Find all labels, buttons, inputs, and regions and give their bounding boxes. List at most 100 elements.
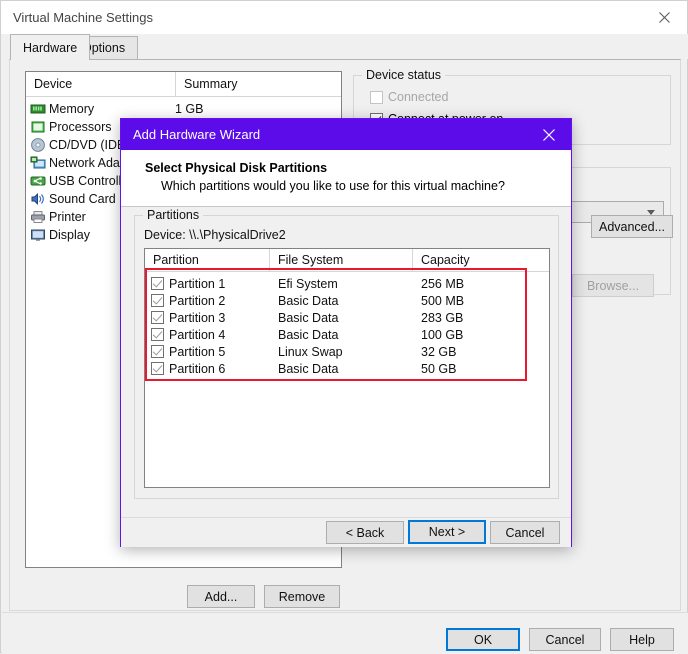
partition-name: Partition 3 [169, 310, 226, 325]
connected-checkbox[interactable] [370, 90, 383, 104]
partition-capacity: 500 MB [421, 293, 465, 308]
close-glyph [543, 128, 555, 141]
network-icon [30, 155, 46, 171]
printer-icon [30, 209, 46, 225]
help-button-label: Help [629, 632, 655, 647]
partition-checkbox[interactable] [151, 345, 164, 358]
window-title: Virtual Machine Settings [13, 10, 153, 25]
table-row[interactable]: Partition 2 Basic Data 500 MB [145, 292, 549, 309]
wizard-footer: < Back Next > Cancel [121, 517, 571, 547]
device-name: Processors [49, 120, 112, 134]
column-header-summary[interactable]: Summary [176, 72, 341, 96]
table-row[interactable]: Partition 3 Basic Data 283 GB [145, 309, 549, 326]
processor-icon [30, 119, 46, 135]
back-button-label: < Back [345, 525, 385, 540]
advanced-button-label: Advanced... [598, 219, 665, 234]
display-icon [30, 227, 46, 243]
help-button[interactable]: Help [610, 628, 674, 651]
device-summary: 1 GB [175, 102, 204, 116]
connected-checkbox-row[interactable]: Connected [370, 90, 503, 104]
partition-checkbox[interactable] [151, 362, 164, 375]
window-titlebar: Virtual Machine Settings [1, 1, 687, 35]
partition-file-system: Basic Data [278, 293, 339, 308]
column-header-capacity[interactable]: Capacity [413, 249, 549, 271]
partitions-group-legend: Partitions [143, 208, 204, 222]
partition-checkbox[interactable] [151, 328, 164, 341]
device-list-header: Device Summary [26, 72, 341, 97]
close-glyph [659, 11, 670, 23]
wizard-title: Add Hardware Wizard [133, 127, 261, 142]
connected-label: Connected [388, 90, 449, 104]
partition-file-system: Basic Data [278, 310, 339, 325]
wizard-heading: Select Physical Disk Partitions [145, 161, 328, 175]
next-button[interactable]: Next > [408, 520, 486, 544]
device-name: CD/DVD (IDE) [49, 138, 130, 152]
partition-checkbox[interactable] [151, 311, 164, 324]
partition-checkbox[interactable] [151, 277, 164, 290]
partitions-table[interactable]: Partition File System Capacity Partition… [144, 248, 550, 488]
remove-button[interactable]: Remove [264, 585, 340, 608]
table-row[interactable]: Partition 6 Basic Data 50 GB [145, 360, 549, 377]
partition-name: Partition 5 [169, 344, 226, 359]
close-icon[interactable] [642, 1, 687, 33]
ok-button-label: OK [473, 632, 493, 647]
partitions-group: Partitions Device: \\.\PhysicalDrive2 Pa… [134, 208, 559, 499]
partition-file-system: Efi System [278, 276, 338, 291]
wizard-titlebar: Add Hardware Wizard [121, 119, 571, 150]
partition-capacity: 50 GB [421, 361, 457, 376]
partition-name: Partition 2 [169, 293, 226, 308]
device-name: Printer [49, 210, 86, 224]
browse-button[interactable]: Browse... [572, 274, 654, 297]
chevron-down-icon [647, 209, 655, 215]
device-path-label: Device: \\.\PhysicalDrive2 [144, 228, 286, 242]
device-name: Sound Card [49, 192, 116, 206]
tab-hardware[interactable]: Hardware [10, 34, 91, 60]
wizard-header: Select Physical Disk Partitions Which pa… [121, 150, 571, 207]
device-name: Memory [49, 102, 95, 116]
table-row[interactable]: Partition 4 Basic Data 100 GB [145, 326, 549, 343]
cancel-button-label: Cancel [545, 632, 585, 647]
table-row[interactable]: Partition 1 Efi System 256 MB [145, 275, 549, 292]
partition-checkbox[interactable] [151, 294, 164, 307]
tab-strip: Hardware Options [1, 34, 688, 60]
window-footer: OK Cancel Help [2, 612, 688, 654]
cancel-button[interactable]: Cancel [529, 628, 601, 651]
memory-icon [30, 101, 46, 117]
ok-button[interactable]: OK [446, 628, 520, 651]
device-name: Display [49, 228, 90, 242]
usb-icon [30, 173, 46, 189]
add-hardware-wizard-dialog: Add Hardware Wizard Select Physical Disk… [120, 118, 572, 547]
table-row[interactable]: Partition 5 Linux Swap 32 GB [145, 343, 549, 360]
device-status-legend: Device status [362, 68, 446, 82]
device-row-memory[interactable]: Memory 1 GB [26, 100, 341, 118]
tab-hardware-label: Hardware [23, 40, 78, 55]
add-button[interactable]: Add... [187, 585, 255, 608]
remove-button-label: Remove [278, 589, 326, 604]
wizard-body: Partitions Device: \\.\PhysicalDrive2 Pa… [121, 207, 571, 517]
close-icon[interactable] [527, 119, 571, 150]
column-header-partition[interactable]: Partition [145, 249, 270, 271]
partition-file-system: Basic Data [278, 327, 339, 342]
partition-file-system: Basic Data [278, 361, 339, 376]
sound-card-icon [30, 191, 46, 207]
partition-capacity: 100 GB [421, 327, 464, 342]
advanced-button[interactable]: Advanced... [591, 215, 673, 238]
wizard-subheading: Which partitions would you like to use f… [161, 179, 505, 193]
partition-capacity: 256 MB [421, 276, 465, 291]
column-header-file-system[interactable]: File System [270, 249, 413, 271]
partition-file-system: Linux Swap [278, 344, 343, 359]
back-button[interactable]: < Back [326, 521, 404, 544]
browse-button-label: Browse... [586, 278, 640, 293]
partition-name: Partition 1 [169, 276, 226, 291]
partition-capacity: 283 GB [421, 310, 464, 325]
next-button-label: Next > [428, 525, 466, 539]
wizard-cancel-button[interactable]: Cancel [490, 521, 560, 544]
partition-capacity: 32 GB [421, 344, 457, 359]
add-button-label: Add... [204, 589, 238, 604]
cd-dvd-icon [30, 137, 46, 153]
column-header-device[interactable]: Device [26, 72, 176, 96]
partition-name: Partition 4 [169, 327, 226, 342]
partitions-table-header: Partition File System Capacity [145, 249, 549, 272]
wizard-cancel-button-label: Cancel [505, 525, 545, 540]
partition-name: Partition 6 [169, 361, 226, 376]
